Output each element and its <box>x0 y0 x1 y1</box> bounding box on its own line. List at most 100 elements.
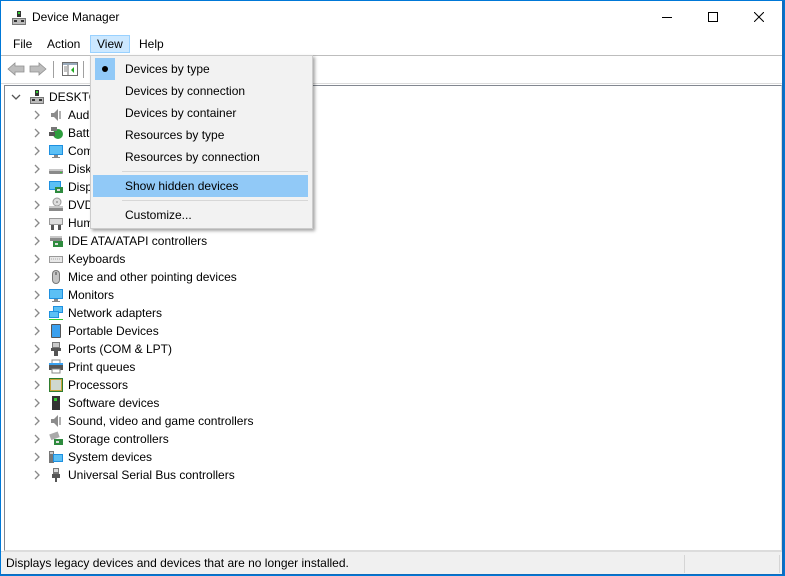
dvd-drive-icon <box>49 197 63 211</box>
tree-item-label: Mice and other pointing devices <box>68 270 237 284</box>
software-device-icon <box>52 396 60 410</box>
menu-separator <box>122 200 308 201</box>
processor-icon <box>49 378 63 392</box>
usb-icon <box>52 468 60 482</box>
storage-controller-icon <box>49 431 63 445</box>
forward-button[interactable] <box>28 60 48 78</box>
menu-item-label: Resources by type <box>125 128 225 142</box>
chevron-right-icon[interactable] <box>31 322 43 340</box>
window-title: Device Manager <box>32 10 120 24</box>
port-icon <box>51 342 61 356</box>
tree-item-label: Sound, video and game controllers <box>68 414 254 428</box>
view-menu-dropdown: Devices by type Devices by connection De… <box>90 55 313 229</box>
status-separator <box>779 555 780 573</box>
chevron-right-icon[interactable] <box>31 412 43 430</box>
menu-item-show-hidden-devices[interactable]: Show hidden devices <box>93 175 308 197</box>
chevron-right-icon[interactable] <box>31 358 43 376</box>
chevron-right-icon[interactable] <box>31 124 43 142</box>
chevron-right-icon[interactable] <box>31 448 43 466</box>
monitor-icon <box>49 145 63 158</box>
tree-item-label: Print queues <box>68 360 136 374</box>
chevron-right-icon[interactable] <box>31 430 43 448</box>
chevron-right-icon[interactable] <box>31 232 43 250</box>
back-button[interactable] <box>6 60 26 78</box>
menu-help[interactable]: Help <box>133 35 170 53</box>
chevron-right-icon[interactable] <box>31 214 43 232</box>
menu-item-resources-by-type[interactable]: Resources by type <box>93 124 308 146</box>
hid-icon <box>49 218 63 230</box>
tree-item-label: IDE ATA/ATAPI controllers <box>68 234 208 248</box>
speaker-icon <box>51 109 61 121</box>
status-separator <box>684 555 685 573</box>
maximize-button[interactable] <box>690 1 736 33</box>
menu-file[interactable]: File <box>7 35 38 53</box>
tree-item-label: System devices <box>68 450 153 464</box>
tree-item-label: Storage controllers <box>68 432 169 446</box>
menu-view[interactable]: View <box>90 35 130 53</box>
menu-item-label: Resources by connection <box>125 150 260 164</box>
chevron-down-icon[interactable] <box>10 88 22 106</box>
menu-item-devices-by-connection[interactable]: Devices by connection <box>93 80 308 102</box>
chevron-right-icon[interactable] <box>31 178 43 196</box>
network-adapter-icon <box>49 306 63 320</box>
minimize-icon <box>662 17 672 18</box>
radio-bullet-icon <box>95 58 115 80</box>
chevron-right-icon[interactable] <box>31 268 43 286</box>
chevron-right-icon[interactable] <box>31 160 43 178</box>
menu-item-label: Customize... <box>125 208 192 222</box>
tree-item-label: Universal Serial Bus controllers <box>68 468 235 482</box>
back-arrow-icon <box>7 62 25 76</box>
tree-item-label: Ports (COM & LPT) <box>68 342 173 356</box>
status-text: Displays legacy devices and devices that… <box>6 556 349 570</box>
chevron-right-icon[interactable] <box>31 142 43 160</box>
mouse-icon <box>52 270 60 284</box>
monitor-icon <box>49 289 63 302</box>
tree-item-label: Portable Devices <box>68 324 159 338</box>
tree-item-label: Network adapters <box>68 306 163 320</box>
maximize-icon <box>708 12 718 22</box>
minimize-button[interactable] <box>644 1 690 33</box>
menu-action[interactable]: Action <box>41 35 86 53</box>
menu-item-resources-by-connection[interactable]: Resources by connection <box>93 146 308 168</box>
menu-item-devices-by-type[interactable]: Devices by type <box>93 58 308 80</box>
chevron-right-icon[interactable] <box>31 250 43 268</box>
chevron-right-icon[interactable] <box>31 394 43 412</box>
tree-item-label: Processors <box>68 378 129 392</box>
speaker-icon <box>51 415 61 427</box>
computer-icon <box>30 90 44 104</box>
show-hide-console-tree-button[interactable] <box>60 60 80 78</box>
toolbar-separator <box>83 61 84 78</box>
toolbar-separator <box>53 61 54 78</box>
menu-item-label: Devices by connection <box>125 84 246 98</box>
menu-item-label: Devices by type <box>125 62 210 76</box>
portable-device-icon <box>51 324 61 338</box>
display-adapter-icon <box>49 181 63 193</box>
chevron-right-icon[interactable] <box>31 196 43 214</box>
menu-item-customize[interactable]: Customize... <box>93 204 308 226</box>
chevron-right-icon[interactable] <box>31 466 43 484</box>
show-hide-console-tree-icon <box>62 62 78 76</box>
menu-item-devices-by-container[interactable]: Devices by container <box>93 102 308 124</box>
printer-icon <box>49 359 63 374</box>
chevron-right-icon[interactable] <box>31 340 43 358</box>
device-manager-icon <box>12 11 26 25</box>
chevron-right-icon[interactable] <box>31 286 43 304</box>
status-bar: Displays legacy devices and devices that… <box>1 551 782 574</box>
tree-item-label: Software devices <box>68 396 160 410</box>
battery-icon <box>49 127 63 139</box>
menu-item-label: Show hidden devices <box>125 179 239 193</box>
chevron-right-icon[interactable] <box>31 376 43 394</box>
keyboard-icon <box>49 256 63 263</box>
chevron-right-icon[interactable] <box>31 106 43 124</box>
title-bar: Device Manager <box>1 1 782 33</box>
menu-separator <box>122 171 308 172</box>
close-icon <box>754 12 764 22</box>
ide-controller-icon <box>50 236 63 247</box>
chevron-right-icon[interactable] <box>31 304 43 322</box>
menu-item-label: Devices by container <box>125 106 237 120</box>
menu-bar: File Action View Help <box>1 33 782 56</box>
forward-arrow-icon <box>29 62 47 76</box>
tree-item-label: Keyboards <box>68 252 126 266</box>
tree-item-label: Monitors <box>68 288 115 302</box>
close-button[interactable] <box>736 1 782 33</box>
